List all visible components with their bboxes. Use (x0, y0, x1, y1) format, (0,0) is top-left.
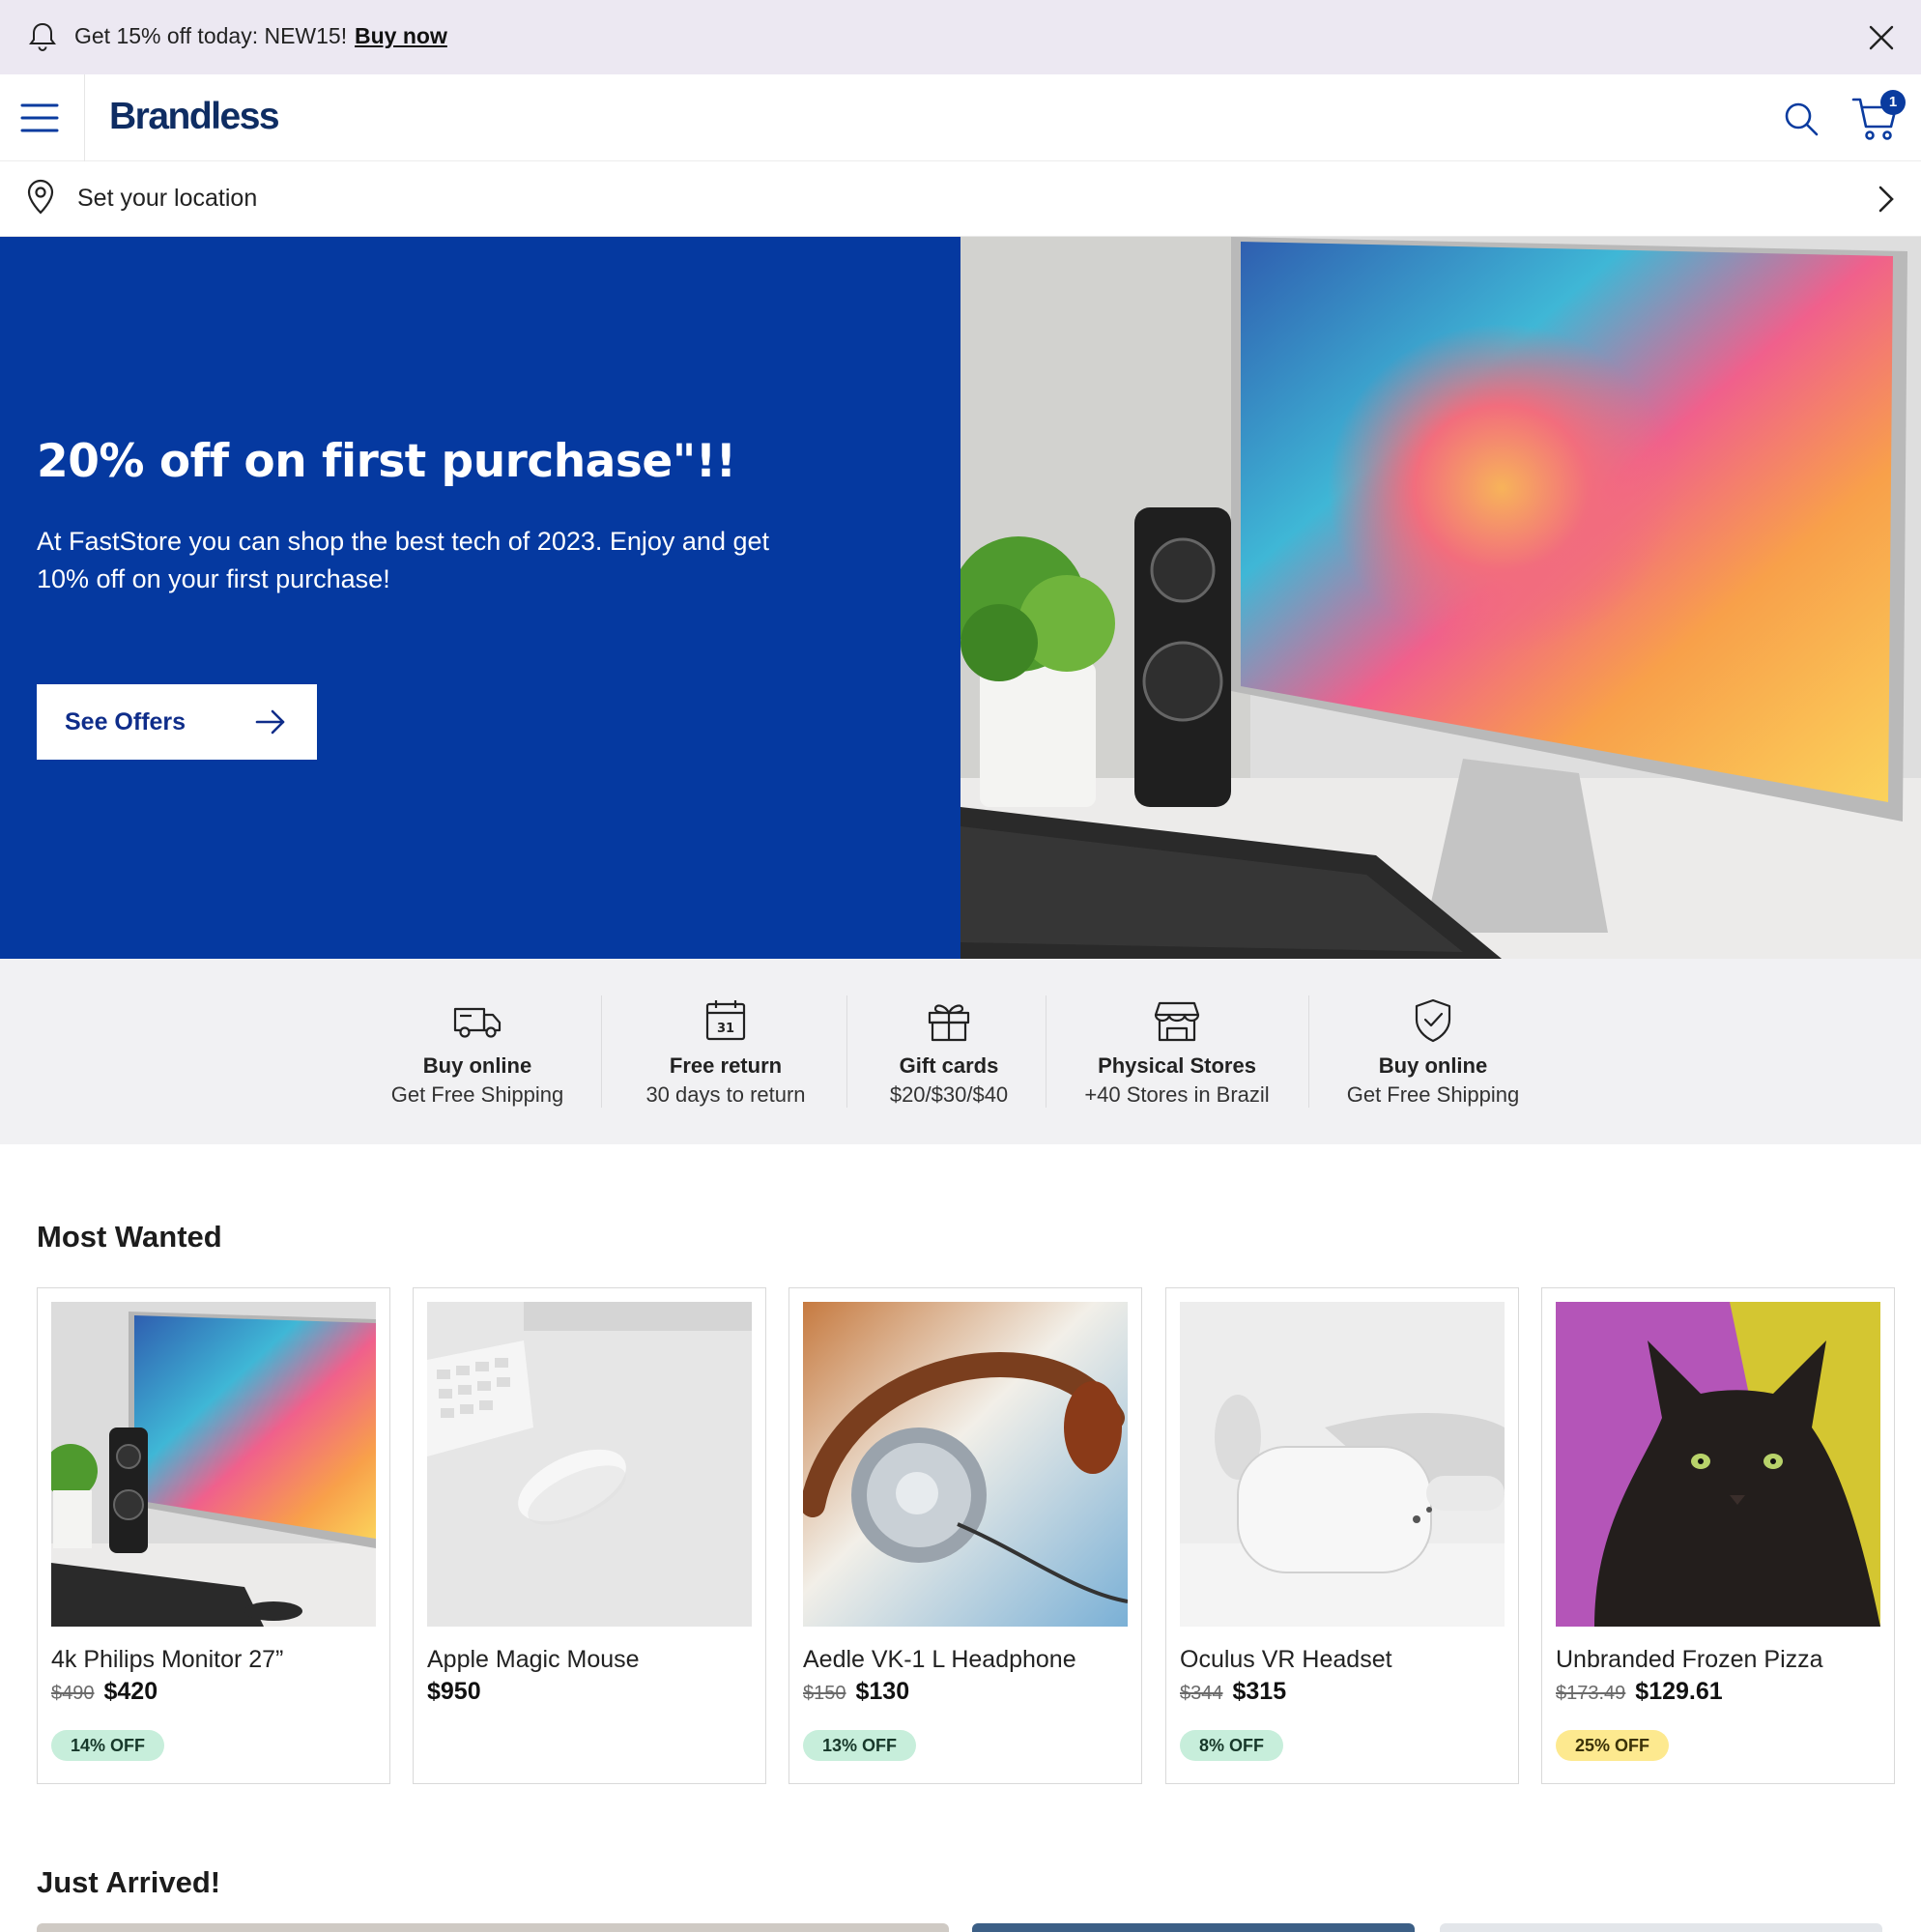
product-card[interactable]: Unbranded Frozen Pizza $173.49 $129.61 25… (1541, 1287, 1895, 1784)
product-image[interactable] (1180, 1302, 1505, 1627)
product-card[interactable]: Oculus VR Headset $344 $315 8% OFF (1165, 1287, 1519, 1784)
product-name[interactable]: 4k Philips Monitor 27” (51, 1646, 283, 1674)
just-arrived-image-peek (37, 1923, 949, 1932)
feature-divider (846, 995, 847, 1108)
product-price: $420 (103, 1678, 158, 1705)
product-name[interactable]: Aedle VK-1 L Headphone (803, 1646, 1076, 1674)
hero-banner: 20% off on first purchase"!! At FastStor… (0, 237, 1921, 959)
calendar-icon: 31 (705, 1000, 746, 1041)
see-offers-label: See Offers (65, 707, 186, 735)
product-old-price: $173.49 (1556, 1683, 1626, 1704)
product-image[interactable] (51, 1302, 376, 1627)
feature-gift-cards: Gift cards $20/$30/$40 (875, 995, 1022, 1108)
feature-subtitle: $20/$30/$40 (889, 1082, 1009, 1107)
feature-divider (601, 995, 602, 1108)
product-image[interactable] (427, 1302, 752, 1627)
feature-subtitle: 30 days to return (645, 1082, 806, 1107)
chevron-right-icon[interactable] (1871, 183, 1900, 216)
main-navbar: Brandless 1 (0, 74, 1921, 161)
buy-now-link[interactable]: Buy now (355, 23, 447, 49)
feature-title: Physical Stores (1098, 1053, 1256, 1078)
location-bar[interactable]: Set your location (0, 161, 1921, 237)
product-image[interactable] (803, 1302, 1128, 1627)
discount-badge: 14% OFF (51, 1730, 165, 1761)
just-arrived-image-peek (1440, 1923, 1882, 1932)
hero-desktop-image (960, 237, 1921, 959)
feature-subtitle: +40 Stores in Brazil (1084, 1082, 1270, 1107)
arrow-right-icon (255, 709, 285, 735)
bell-icon (29, 22, 56, 51)
product-name[interactable]: Unbranded Frozen Pizza (1556, 1646, 1823, 1674)
product-card[interactable]: Aedle VK-1 L Headphone $150 $130 13% OFF (788, 1287, 1142, 1784)
product-price: $129.61 (1635, 1678, 1723, 1705)
see-offers-button[interactable]: See Offers (37, 684, 317, 760)
feature-title: Free return (669, 1053, 783, 1078)
hero-text-panel: 20% off on first purchase"!! At FastStor… (0, 237, 960, 959)
product-old-price: $344 (1180, 1683, 1223, 1704)
feature-buy-online-secure: Buy online Get Free Shipping (1343, 995, 1523, 1108)
product-name[interactable]: Apple Magic Mouse (427, 1646, 640, 1674)
feature-subtitle: Get Free Shipping (1346, 1082, 1520, 1107)
search-icon[interactable] (1782, 100, 1821, 138)
product-prices: $173.49 $129.61 (1556, 1678, 1723, 1706)
hamburger-menu-icon[interactable] (19, 100, 60, 136)
feature-title: Buy online (1378, 1053, 1488, 1078)
close-icon[interactable] (1865, 21, 1898, 54)
svg-text:31: 31 (717, 1022, 734, 1036)
product-prices: $490 $420 (51, 1678, 158, 1706)
product-price: $950 (427, 1678, 481, 1705)
feature-free-return: 31 Free return 30 days to return (634, 995, 817, 1108)
promo-alert-bar: Get 15% off today: NEW15! Buy now (0, 0, 1921, 74)
desktop-setup-illustration (960, 237, 1921, 959)
most-wanted-title: Most Wanted (37, 1220, 222, 1254)
product-prices: $344 $315 (1180, 1678, 1286, 1706)
feature-buy-online: Buy online Get Free Shipping (388, 995, 566, 1108)
feature-physical-stores: Physical Stores +40 Stores in Brazil (1078, 995, 1276, 1108)
product-old-price: $150 (803, 1683, 846, 1704)
promo-message: Get 15% off today: NEW15! (74, 23, 348, 48)
brand-logo[interactable]: Brandless (109, 96, 280, 138)
just-arrived-title: Just Arrived! (37, 1865, 221, 1899)
discount-badge: 13% OFF (803, 1730, 917, 1761)
feature-divider (1046, 995, 1047, 1108)
cart-count-badge: 1 (1880, 90, 1906, 115)
product-prices: $150 $130 (803, 1678, 909, 1706)
hero-description: At FastStore you can shop the best tech … (37, 527, 769, 593)
feature-divider (1308, 995, 1309, 1108)
product-price: $130 (855, 1678, 910, 1705)
product-image[interactable] (1556, 1302, 1880, 1627)
product-card[interactable]: Apple Magic Mouse $950 (413, 1287, 766, 1784)
just-arrived-image-peek (972, 1923, 1415, 1932)
product-card[interactable]: 4k Philips Monitor 27” $490 $420 14% OFF (37, 1287, 390, 1784)
hero-title: 20% off on first purchase"!! (37, 435, 736, 488)
feature-title: Buy online (422, 1053, 532, 1078)
feature-title: Gift cards (899, 1053, 999, 1078)
product-old-price: $490 (51, 1683, 95, 1704)
set-location-label: Set your location (77, 185, 258, 212)
navbar-divider (84, 74, 85, 161)
gift-icon (928, 1004, 970, 1042)
discount-badge: 25% OFF (1556, 1730, 1670, 1761)
product-name[interactable]: Oculus VR Headset (1180, 1646, 1392, 1674)
storefront-icon (1154, 1001, 1200, 1042)
shield-check-icon (1415, 998, 1451, 1043)
map-pin-icon (27, 179, 54, 215)
product-prices: $950 (427, 1678, 481, 1706)
discount-badge: 8% OFF (1180, 1730, 1284, 1761)
product-price: $315 (1232, 1678, 1287, 1705)
features-strip: Buy online Get Free Shipping 31 Free ret… (0, 959, 1921, 1144)
feature-subtitle: Get Free Shipping (390, 1082, 564, 1107)
truck-icon (453, 1007, 502, 1038)
